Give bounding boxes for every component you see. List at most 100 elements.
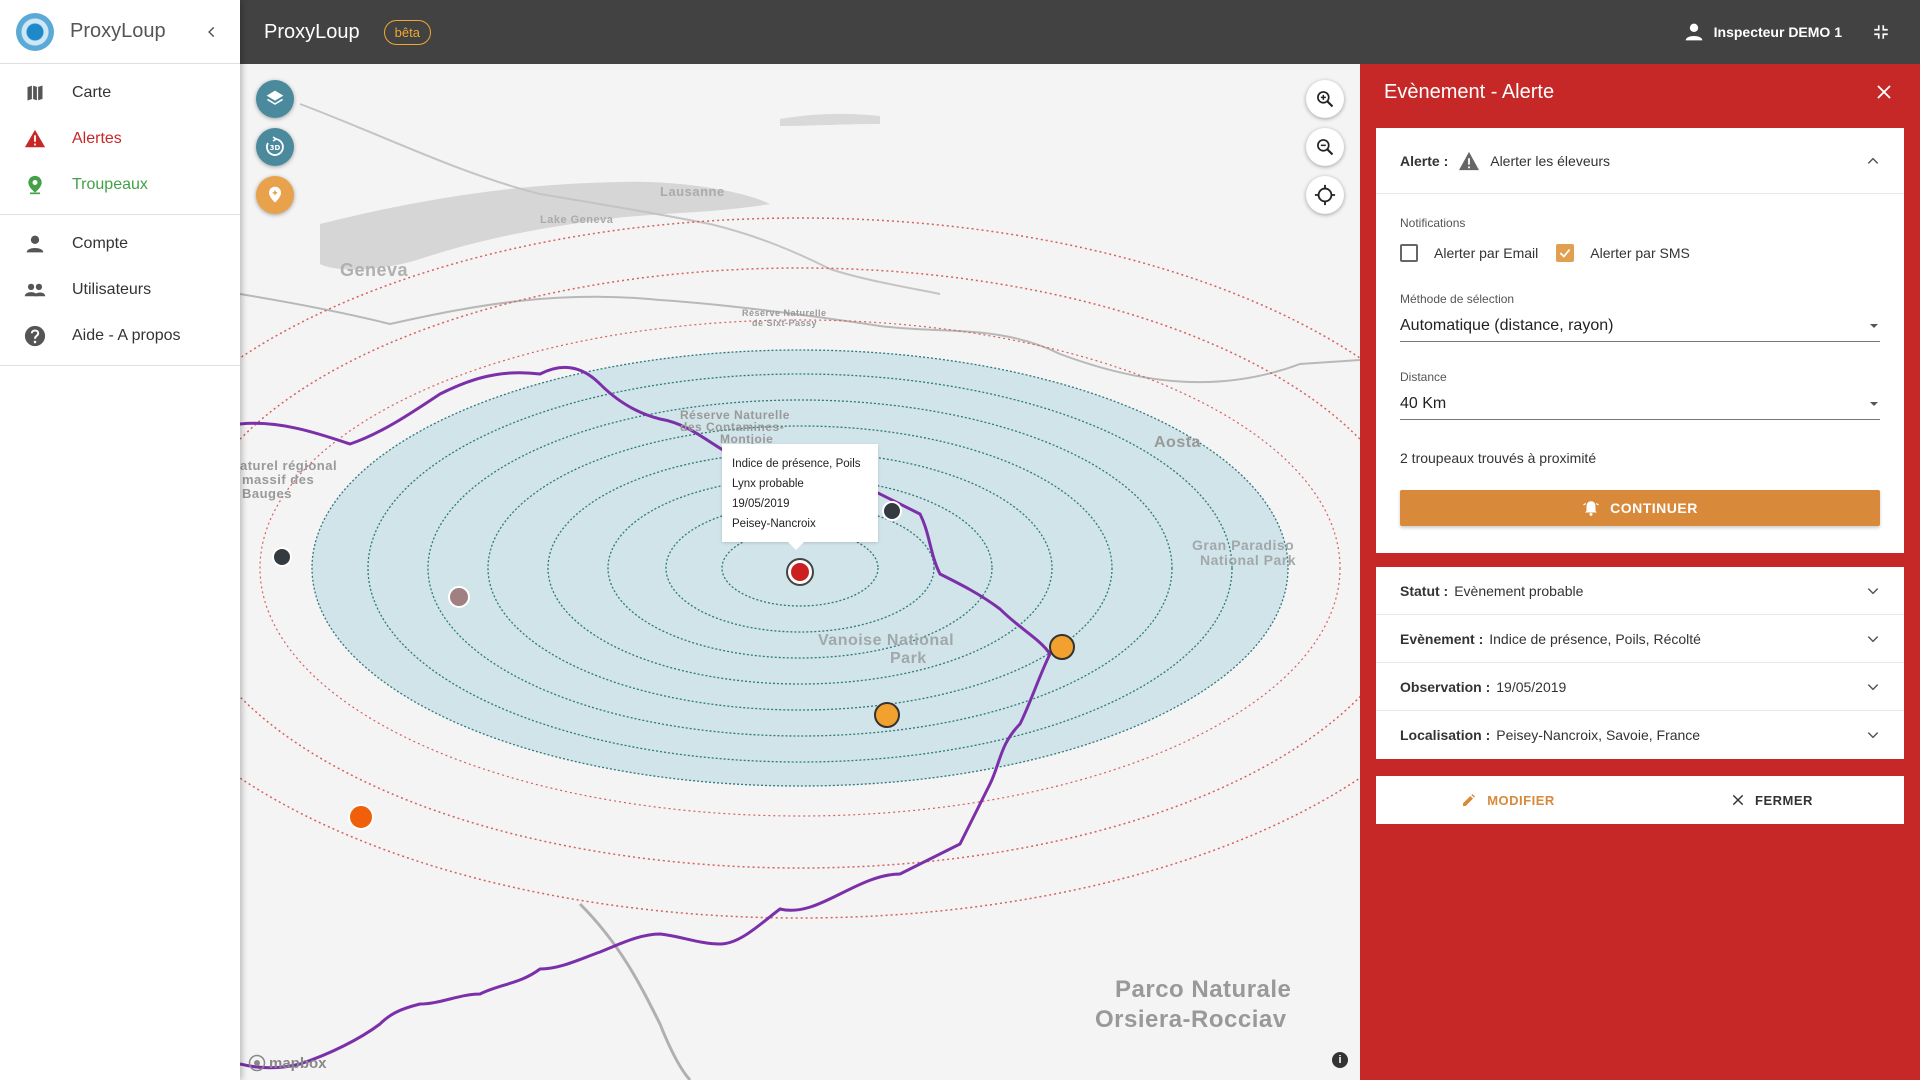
layers-button[interactable] (256, 80, 294, 118)
add-event-button[interactable] (256, 176, 294, 214)
distance-field[interactable]: Distance 40 Km (1400, 370, 1880, 420)
event-value: Indice de présence, Poils, Récolté (1489, 630, 1701, 647)
place-label-sixt-1: Réserve Naturelle (742, 308, 827, 318)
zoom-in-button[interactable] (1306, 80, 1344, 118)
modify-label: MODIFIER (1487, 792, 1555, 808)
dropdown-arrow-icon (1870, 401, 1878, 406)
help-icon (24, 325, 46, 347)
pencil-icon (1461, 792, 1477, 808)
place-label-geneva: Geneva (340, 260, 409, 280)
continue-label: CONTINUER (1610, 500, 1698, 516)
place-label-bauges-3: Bauges (242, 486, 292, 501)
mapbox-label: mapbox (269, 1054, 327, 1072)
chevron-up-icon (1867, 157, 1879, 164)
fullscreen-exit-icon (1874, 25, 1888, 39)
herd-marker-alerted[interactable] (874, 702, 900, 728)
chevron-left-icon (208, 26, 215, 37)
status-label: Statut : (1400, 582, 1449, 599)
alarm-bell-icon (1582, 499, 1600, 517)
place-label-lake: Lake Geneva (540, 214, 614, 226)
add-location-icon (269, 186, 281, 203)
nav-item-label: Compte (72, 235, 129, 252)
place-label-vanoise-1: Vanoise National (818, 632, 955, 649)
observation-value: 19/05/2019 (1496, 678, 1567, 695)
sms-checkbox[interactable] (1556, 244, 1575, 262)
chevron-down-icon (1867, 635, 1879, 642)
location-value: Peisey-Nancroix, Savoie, France (1496, 727, 1701, 743)
mapbox-attribution[interactable]: mapbox (248, 1054, 327, 1072)
user-name: Inspecteur DEMO 1 (1713, 24, 1842, 40)
crosshair-icon (1314, 184, 1336, 206)
herd-marker[interactable] (882, 501, 902, 521)
lake-shape-2 (780, 113, 880, 126)
sidebar: ProxyLoup Carte Alertes Troupeaux Compte… (0, 0, 240, 1080)
nav-item-label: Aide - A propos (72, 327, 181, 344)
herd-marker-outside[interactable] (348, 804, 374, 830)
chevron-down-icon (1867, 732, 1879, 739)
mapbox-logo-icon (248, 1054, 266, 1072)
nav-secondary: Compte Utilisateurs Aide - A propos (0, 215, 240, 366)
location-row[interactable]: Localisation : Peisey-Nancroix, Savoie, … (1376, 711, 1904, 759)
chevron-down-icon (1867, 683, 1879, 690)
nav-primary: Carte Alertes Troupeaux (0, 64, 240, 215)
selection-method-select[interactable]: Automatique (distance, rayon) (1400, 310, 1880, 342)
status-row[interactable]: Statut : Evènement probable (1376, 567, 1904, 615)
nav-item-utilisateurs[interactable]: Utilisateurs (0, 267, 240, 313)
warning-icon (1459, 151, 1480, 170)
map-icon (24, 82, 46, 104)
app-root: ProxyLoup Carte Alertes Troupeaux Compte… (0, 0, 1920, 1080)
close-button[interactable]: FERMER (1640, 793, 1904, 808)
distance-value: 40 Km (1400, 394, 1447, 412)
modify-button[interactable]: MODIFIER (1376, 792, 1640, 808)
people-icon (24, 279, 46, 301)
notifications-label: Notifications (1400, 216, 1466, 230)
location-pin-icon (24, 174, 46, 196)
check-icon (1559, 248, 1571, 258)
person-icon (24, 233, 46, 255)
alert-section-body: Notifications Alerter par Email Alerter … (1376, 194, 1904, 526)
email-checkbox[interactable] (1400, 244, 1418, 262)
distance-label: Distance (1400, 370, 1447, 384)
nav-item-compte[interactable]: Compte (0, 221, 240, 267)
nav-item-carte[interactable]: Carte (0, 70, 240, 116)
place-label-parco-2: Orsiera-Rocciav (1095, 1006, 1287, 1033)
zoom-out-button[interactable] (1306, 128, 1344, 166)
event-tooltip: Indice de présence, Poils Lynx probable … (722, 444, 878, 550)
event-label: Evènement : (1400, 630, 1484, 647)
alert-section-header[interactable]: Alerte : Alerter les éleveurs (1376, 128, 1904, 194)
collapse-sidebar-button[interactable] (200, 20, 224, 44)
user-menu[interactable]: Inspecteur DEMO 1 (1684, 22, 1872, 42)
place-label-bauges-2: massif des (242, 472, 315, 487)
nav-item-aide[interactable]: Aide - A propos (0, 313, 240, 359)
topbar-title: ProxyLoup (264, 20, 360, 43)
panel-close-button[interactable] (1872, 80, 1896, 104)
close-label: FERMER (1755, 792, 1813, 808)
observation-row[interactable]: Observation : 19/05/2019 (1376, 663, 1904, 711)
fullscreen-exit-button[interactable] (1872, 23, 1890, 41)
status-value: Evènement probable (1454, 582, 1584, 599)
selection-method-field[interactable]: Méthode de sélection Automatique (distan… (1400, 292, 1880, 342)
event-info-card: Statut : Evènement probable Evènement : … (1376, 567, 1904, 759)
locate-button[interactable] (1306, 176, 1344, 214)
herd-marker[interactable] (272, 547, 292, 567)
app-logo (16, 12, 54, 51)
collapse-alert-button[interactable] (1866, 154, 1880, 168)
email-checkbox-label: Alerter par Email (1434, 245, 1539, 261)
herd-marker[interactable] (448, 586, 470, 608)
herd-marker-alerted[interactable] (1049, 634, 1075, 660)
nav-item-troupeaux[interactable]: Troupeaux (0, 162, 240, 208)
place-label-gran-2: National Park (1200, 552, 1296, 568)
nav-item-alertes[interactable]: Alertes (0, 116, 240, 162)
info-button[interactable]: i (1332, 1052, 1348, 1068)
map-canvas[interactable] (240, 64, 1360, 1080)
sidebar-app-name: ProxyLoup (70, 20, 166, 42)
place-label-gran-1: Gran Paradiso (1192, 537, 1295, 553)
selection-method-label: Méthode de sélection (1400, 292, 1515, 306)
continue-button[interactable]: CONTINUER (1400, 490, 1880, 526)
event-row[interactable]: Evènement : Indice de présence, Poils, R… (1376, 615, 1904, 663)
tooltip-line: Peisey-Nancroix (732, 518, 816, 530)
distance-select[interactable]: 40 Km (1400, 388, 1880, 420)
map-view[interactable]: Geneva Lausanne Lake Geneva Aosta Vanois… (240, 64, 1360, 1080)
tooltip-line: 19/05/2019 (732, 498, 790, 510)
3d-toggle-button[interactable]: 3D (256, 128, 294, 166)
